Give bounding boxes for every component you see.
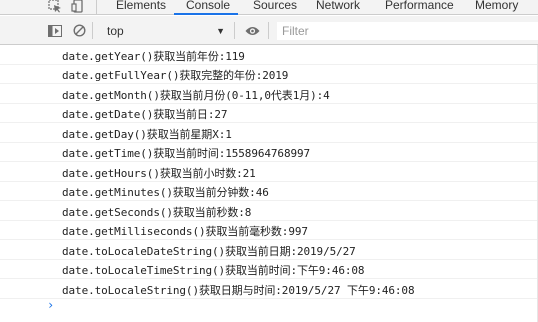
active-tab-indicator xyxy=(174,13,238,15)
tab-memory[interactable]: Memory xyxy=(475,0,518,14)
console-message-text: date.toLocaleDateString()获取当前日期:2019/5/2… xyxy=(62,245,356,258)
console-message: date.getMilliseconds()获取当前毫秒数:997 xyxy=(0,220,538,240)
context-selector[interactable]: top ▼ xyxy=(97,23,229,39)
filter-input[interactable] xyxy=(277,22,538,40)
console-message-text: date.getFullYear()获取完整的年份:2019 xyxy=(62,69,289,82)
console-output: date.getYear()获取当前年份:119 date.getFullYea… xyxy=(0,45,538,322)
toolbar-separator xyxy=(268,22,269,39)
cursor-select-icon[interactable] xyxy=(47,0,63,14)
tab-elements[interactable]: Elements xyxy=(116,0,166,14)
console-message-text: date.getSeconds()获取当前秒数:8 xyxy=(62,206,252,219)
console-message-text: date.getTime()获取当前时间:1558964768997 xyxy=(62,147,311,160)
console-message-text: date.getDate()获取当前日:27 xyxy=(62,108,228,121)
console-message: date.toLocaleString()获取日期与时间:2019/5/27 下… xyxy=(0,279,538,299)
console-message-text: date.toLocaleString()获取日期与时间:2019/5/27 下… xyxy=(62,284,415,297)
console-message: date.getFullYear()获取完整的年份:2019 xyxy=(0,64,538,84)
console-message: date.getYear()获取当前年份:119 xyxy=(0,45,538,65)
console-message: date.getSeconds()获取当前秒数:8 xyxy=(0,201,538,221)
console-message-text: date.getMonth()获取当前月份(0-11,0代表1月):4 xyxy=(62,89,330,102)
sidebar-toggle-icon[interactable] xyxy=(46,22,63,39)
console-prompt[interactable]: › xyxy=(47,299,57,311)
toolbar-separator xyxy=(92,22,93,39)
console-message: date.getTime()获取当前时间:1558964768997 xyxy=(0,142,538,162)
console-message-text: date.getHours()获取当前小时数:21 xyxy=(62,167,256,180)
console-message-text: date.toLocaleTimeString()获取当前时间:下午9:46:0… xyxy=(62,264,365,277)
console-message: date.getMonth()获取当前月份(0-11,0代表1月):4 xyxy=(0,84,538,104)
console-message-text: date.getMilliseconds()获取当前毫秒数:997 xyxy=(62,225,308,238)
console-toolbar: top ▼ xyxy=(0,16,538,45)
console-message: date.getDay()获取当前星期X:1 xyxy=(0,123,538,143)
console-message: date.getHours()获取当前小时数:21 xyxy=(0,162,538,182)
tab-sources[interactable]: Sources xyxy=(253,0,297,14)
tab-network[interactable]: Network xyxy=(316,0,360,14)
eye-icon[interactable] xyxy=(244,22,261,39)
console-message-text: date.getMinutes()获取当前分钟数:46 xyxy=(62,186,269,199)
console-message: date.toLocaleTimeString()获取当前时间:下午9:46:0… xyxy=(0,259,538,279)
chevron-down-icon: ▼ xyxy=(216,26,225,36)
console-message-text: date.getDay()获取当前星期X:1 xyxy=(62,128,232,141)
device-toggle-icon[interactable] xyxy=(70,0,86,14)
tabbar-separator xyxy=(96,0,97,14)
console-message: date.toLocaleDateString()获取当前日期:2019/5/2… xyxy=(0,240,538,260)
devtools-tabbar: Elements Console Sources Network Perform… xyxy=(0,0,538,15)
tab-performance[interactable]: Performance xyxy=(385,0,454,14)
clear-console-icon[interactable] xyxy=(71,22,88,39)
context-selector-value: top xyxy=(107,24,124,38)
console-message-text: date.getYear()获取当前年份:119 xyxy=(62,50,245,63)
toolbar-separator xyxy=(234,22,235,39)
tab-console[interactable]: Console xyxy=(186,0,230,14)
console-message: date.getMinutes()获取当前分钟数:46 xyxy=(0,181,538,201)
console-message: date.getDate()获取当前日:27 xyxy=(0,103,538,123)
